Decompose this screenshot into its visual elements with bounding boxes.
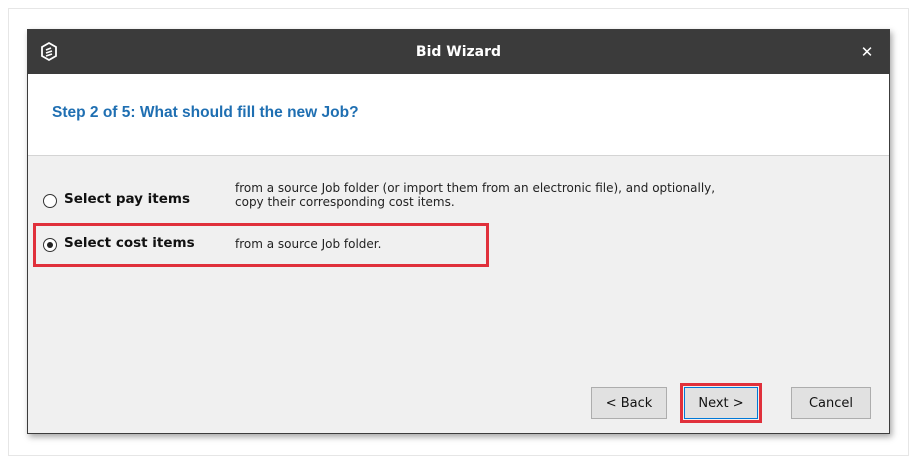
pay-items-label[interactable]: Select pay items	[64, 191, 190, 207]
pay-items-description: from a source Job folder (or import them…	[235, 181, 715, 209]
cost-items-description: from a source Job folder.	[235, 237, 381, 251]
cost-items-label[interactable]: Select cost items	[64, 235, 195, 251]
cost-items-description-line1: from a source Job folder.	[235, 237, 382, 251]
titlebar[interactable]: Bid Wizard ✕	[28, 30, 889, 74]
back-button[interactable]: < Back	[591, 387, 667, 419]
cost-items-radio[interactable]	[43, 238, 57, 252]
step-title: Step 2 of 5: What should fill the new Jo…	[52, 104, 359, 121]
pay-items-description-line2: copy their corresponding cost items.	[235, 195, 455, 209]
option-select-cost-items[interactable]: Select cost items	[43, 235, 195, 252]
cancel-button[interactable]: Cancel	[791, 387, 871, 419]
bid-wizard-dialog: Bid Wizard ✕ Step 2 of 5: What should fi…	[27, 29, 890, 434]
pay-items-radio[interactable]	[43, 194, 57, 208]
next-button[interactable]: Next >	[684, 387, 758, 419]
close-icon: ✕	[860, 43, 874, 61]
pay-items-description-line1: from a source Job folder (or import them…	[235, 181, 716, 195]
option-select-pay-items[interactable]: Select pay items	[43, 191, 190, 208]
step-header: Step 2 of 5: What should fill the new Jo…	[28, 74, 889, 156]
window-title: Bid Wizard	[415, 44, 502, 60]
close-button[interactable]: ✕	[845, 30, 889, 74]
